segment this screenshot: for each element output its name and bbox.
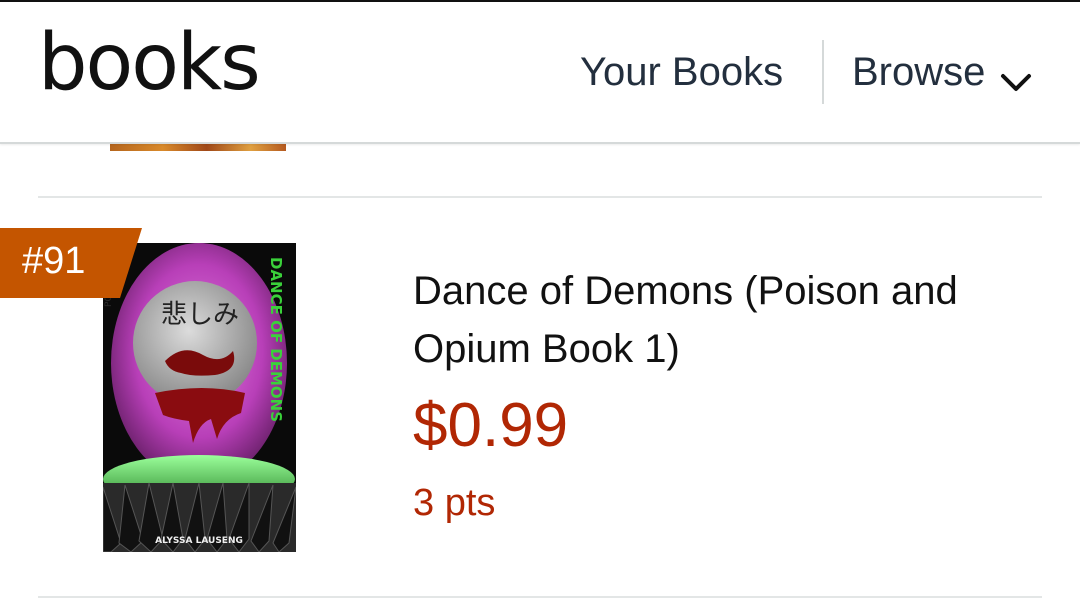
your-books-link[interactable]: Your Books [580, 52, 783, 92]
reward-points: 3 pts [413, 482, 496, 524]
books-page: books Your Books Browse #91 悲しみ DANCE OF… [0, 0, 1080, 605]
nav-divider [822, 40, 824, 104]
rank-badge: #91 [0, 228, 142, 298]
browse-menu-button[interactable]: Browse [852, 52, 1033, 92]
book-price: $0.99 [413, 391, 569, 460]
browse-label: Browse [852, 50, 986, 94]
rank-number: #91 [22, 240, 86, 282]
list-divider [38, 196, 1042, 198]
chevron-down-icon [999, 61, 1033, 91]
svg-text:悲しみ: 悲しみ [161, 300, 239, 330]
cover-spine-title: DANCE OF DEMONS [267, 257, 285, 422]
list-divider [38, 596, 1042, 598]
books-logo[interactable]: books [38, 24, 261, 102]
header-bar: books Your Books Browse [0, 2, 1080, 144]
cover-author: ALYSSA LAUSENG [155, 536, 243, 546]
book-title[interactable]: Dance of Demons (Poison and Opium Book 1… [413, 262, 1033, 378]
